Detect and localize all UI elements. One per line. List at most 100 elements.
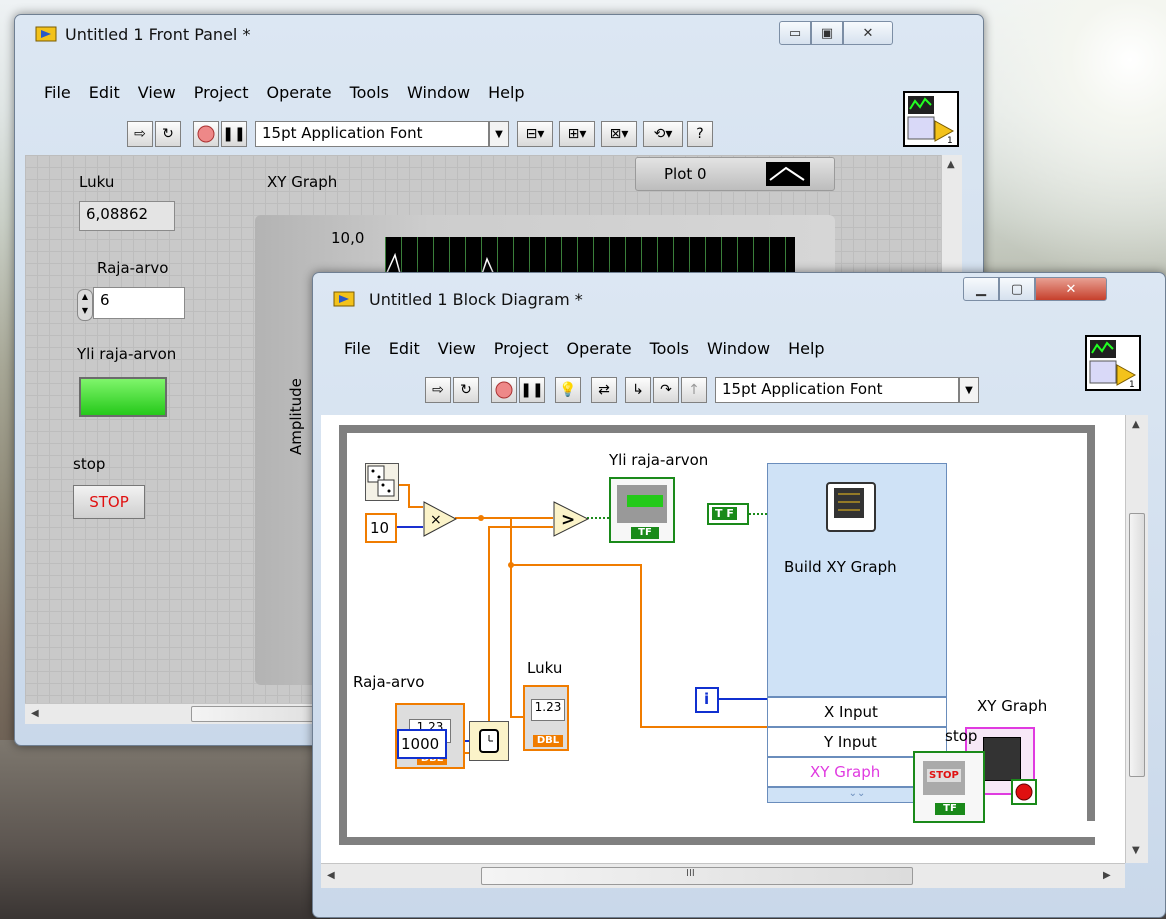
block-diagram-horizontal-scrollbar[interactable]: ◀ III ▶ <box>321 863 1125 888</box>
retain-wire-values-icon[interactable]: ⇄ <box>591 377 617 403</box>
menu-help[interactable]: Help <box>479 83 533 102</box>
luku-indicator: 6,08862 <box>79 201 175 231</box>
wait-ms-icon[interactable] <box>469 721 509 761</box>
font-dropdown-arrow-icon[interactable]: ▼ <box>489 121 509 147</box>
run-continuously-icon[interactable]: ↻ <box>155 121 181 147</box>
help-icon[interactable]: ? <box>687 121 713 147</box>
luku-label: Luku <box>79 173 115 191</box>
font-selector[interactable]: 15pt Application Font <box>255 121 489 147</box>
pause-icon[interactable]: ❚❚ <box>221 121 247 147</box>
run-arrow-icon[interactable]: ⇨ <box>127 121 153 147</box>
maximize-button[interactable]: ▢ <box>999 277 1035 301</box>
stop-terminal[interactable]: STOP TF <box>913 751 985 823</box>
vi-connector-icon[interactable]: 1 <box>1085 335 1141 391</box>
maximize-button[interactable]: ▣ <box>811 21 843 45</box>
abort-icon[interactable] <box>193 121 219 147</box>
stop-button[interactable]: STOP <box>73 485 145 519</box>
menu-window[interactable]: Window <box>398 83 479 102</box>
wire-random <box>399 484 423 508</box>
menu-project[interactable]: Project <box>485 339 558 358</box>
yli-raja-arvon-label: Yli raja-arvon <box>77 345 177 363</box>
diagram-wires <box>387 484 965 764</box>
resize-objects-icon[interactable]: ⊠▾ <box>601 121 637 147</box>
plot-legend-line-icon <box>766 162 810 186</box>
y-axis-label: Amplitude <box>287 378 305 455</box>
run-arrow-icon[interactable]: ⇨ <box>425 377 451 403</box>
block-diagram-titlebar[interactable]: Untitled 1 Block Diagram * ▁ ▢ ✕ <box>313 273 1165 309</box>
multiply-node-icon[interactable]: × <box>423 501 457 537</box>
menu-project[interactable]: Project <box>185 83 258 102</box>
close-button[interactable]: ✕ <box>1035 277 1107 301</box>
step-over-icon[interactable]: ↷ <box>653 377 679 403</box>
font-selector[interactable]: 15pt Application Font <box>715 377 959 403</box>
luku-terminal[interactable]: 1.23 DBL <box>523 685 569 751</box>
stop-terminal-label: stop <box>945 727 978 745</box>
step-out-icon[interactable]: ↑ <box>681 377 707 403</box>
scroll-up-icon[interactable]: ▲ <box>947 159 955 170</box>
menu-file[interactable]: File <box>35 83 80 102</box>
scroll-up-icon[interactable]: ▲ <box>1132 419 1140 430</box>
labview-icon <box>35 26 57 42</box>
minimize-button[interactable]: ▁ <box>963 277 999 301</box>
greater-than-node-icon[interactable]: > <box>553 501 589 537</box>
horizontal-scroll-thumb[interactable]: III <box>481 867 913 885</box>
labview-icon <box>333 291 355 307</box>
scroll-down-icon[interactable]: ▼ <box>1132 845 1140 856</box>
random-number-icon[interactable] <box>365 463 399 501</box>
menu-help[interactable]: Help <box>779 339 833 358</box>
build-xy-graph-express-vi[interactable]: Build XY Graph <box>767 463 947 697</box>
terminal-type-tag: TF <box>631 527 659 539</box>
svg-text:1: 1 <box>1129 380 1135 389</box>
menu-view[interactable]: View <box>429 339 485 358</box>
front-panel-titlebar[interactable]: Untitled 1 Front Panel * ▭ ▣ ✕ <box>15 15 983 49</box>
step-into-icon[interactable]: ↳ <box>625 377 651 403</box>
window-caption-buttons: ▭ ▣ ✕ <box>779 21 893 45</box>
raja-arvo-control[interactable]: 6 <box>93 287 185 319</box>
svg-text:>: > <box>561 510 575 530</box>
close-button[interactable]: ✕ <box>843 21 893 45</box>
reorder-icon[interactable]: ⟲▾ <box>643 121 683 147</box>
menu-bar: File Edit View Project Operate Tools Win… <box>35 83 534 102</box>
abort-icon[interactable] <box>491 377 517 403</box>
block-diagram-vertical-scrollbar[interactable]: ▲ ▼ <box>1125 415 1148 863</box>
font-dropdown-arrow-icon[interactable]: ▼ <box>959 377 979 403</box>
menu-operate[interactable]: Operate <box>557 339 640 358</box>
menu-edit[interactable]: Edit <box>380 339 429 358</box>
constant-1000[interactable]: 1000 <box>397 729 447 759</box>
scroll-left-icon[interactable]: ◀ <box>31 708 39 719</box>
block-diagram-canvas[interactable]: 10 × > Yli raja-arvon TF T F Build XY Gr… <box>321 415 1125 863</box>
build-xy-graph-label: Build XY Graph <box>784 558 897 576</box>
xy-graph-label: XY Graph <box>267 173 338 191</box>
yli-raja-arvon-terminal[interactable]: TF <box>609 477 675 543</box>
loop-condition-stop-icon[interactable] <box>1011 779 1037 805</box>
distribute-objects-icon[interactable]: ⊞▾ <box>559 121 595 147</box>
terminal-type-tag: TF <box>935 803 965 815</box>
menu-file[interactable]: File <box>335 339 380 358</box>
scroll-right-icon[interactable]: ▶ <box>1103 870 1111 881</box>
highlight-execution-icon[interactable]: 💡 <box>555 377 581 403</box>
xy-graph-terminal-label: XY Graph <box>977 697 1048 715</box>
align-objects-icon[interactable]: ⊟▾ <box>517 121 553 147</box>
scroll-left-icon[interactable]: ◀ <box>327 870 335 881</box>
menu-window[interactable]: Window <box>698 339 779 358</box>
yli-raja-arvon-led <box>79 377 167 417</box>
vi-connector-icon[interactable]: 1 <box>903 91 959 147</box>
menu-view[interactable]: View <box>129 83 185 102</box>
constant-10[interactable]: 10 <box>365 513 397 543</box>
terminal-type-tag: DBL <box>533 735 563 747</box>
menu-operate[interactable]: Operate <box>257 83 340 102</box>
raja-arvo-increment-decrement[interactable]: ▲ ▼ <box>77 289 93 321</box>
boolean-constant[interactable]: T F <box>707 503 749 525</box>
menu-edit[interactable]: Edit <box>80 83 129 102</box>
plot-legend[interactable]: Plot 0 <box>635 157 835 191</box>
vertical-scroll-thumb[interactable] <box>1129 513 1145 777</box>
minimize-button[interactable]: ▭ <box>779 21 811 45</box>
pause-icon[interactable]: ❚❚ <box>519 377 545 403</box>
menu-tools[interactable]: Tools <box>341 83 398 102</box>
desktop-background-lower <box>0 740 330 919</box>
xy-graph-express-icon <box>826 482 876 532</box>
yli-raja-arvon-terminal-label: Yli raja-arvon <box>609 451 709 469</box>
menu-tools[interactable]: Tools <box>641 339 698 358</box>
run-continuously-icon[interactable]: ↻ <box>453 377 479 403</box>
x-input-terminal[interactable]: X Input <box>767 697 947 727</box>
